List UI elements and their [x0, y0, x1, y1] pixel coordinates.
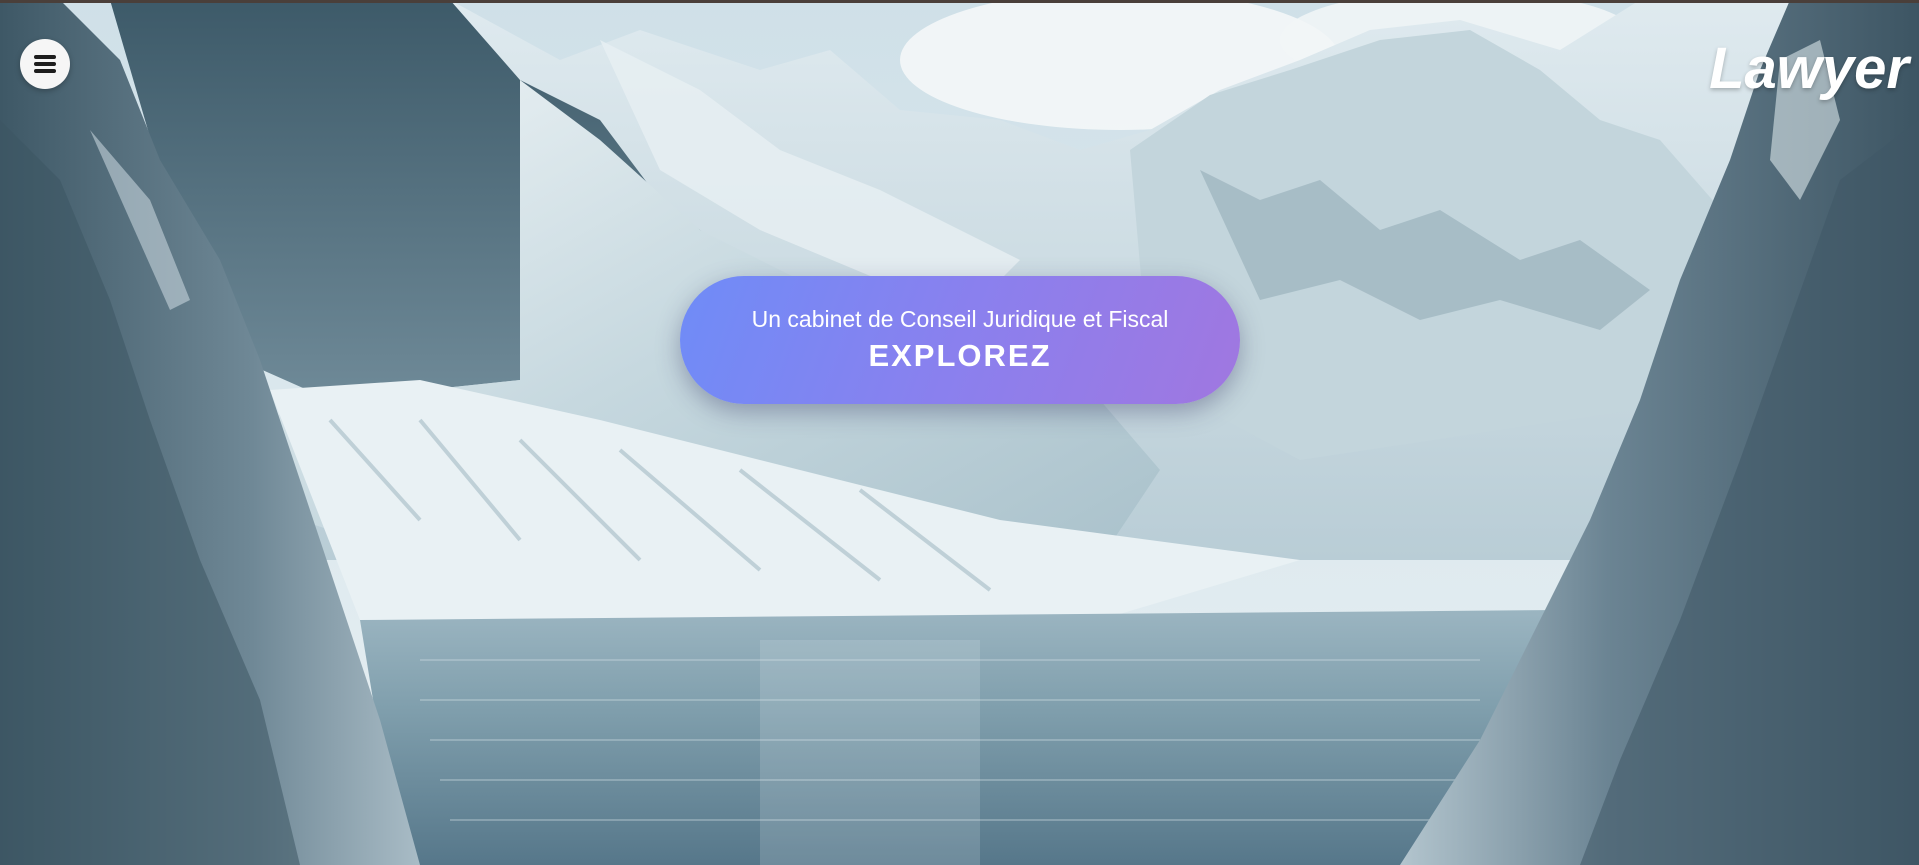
landing-page: Lawyer Un cabinet de Conseil Juridique e… — [0, 0, 1919, 865]
hero-subtitle: Un cabinet de Conseil Juridique et Fisca… — [751, 306, 1169, 332]
brand-logo-text[interactable]: Lawyer — [1709, 36, 1909, 102]
hamburger-menu-icon — [34, 54, 56, 74]
hero-background-image — [0, 0, 1919, 865]
explore-button[interactable]: Un cabinet de Conseil Juridique et Fisca… — [680, 276, 1240, 404]
menu-button[interactable] — [20, 39, 70, 89]
top-border — [0, 0, 1919, 3]
explore-button-label: EXPLOREZ — [868, 338, 1052, 373]
